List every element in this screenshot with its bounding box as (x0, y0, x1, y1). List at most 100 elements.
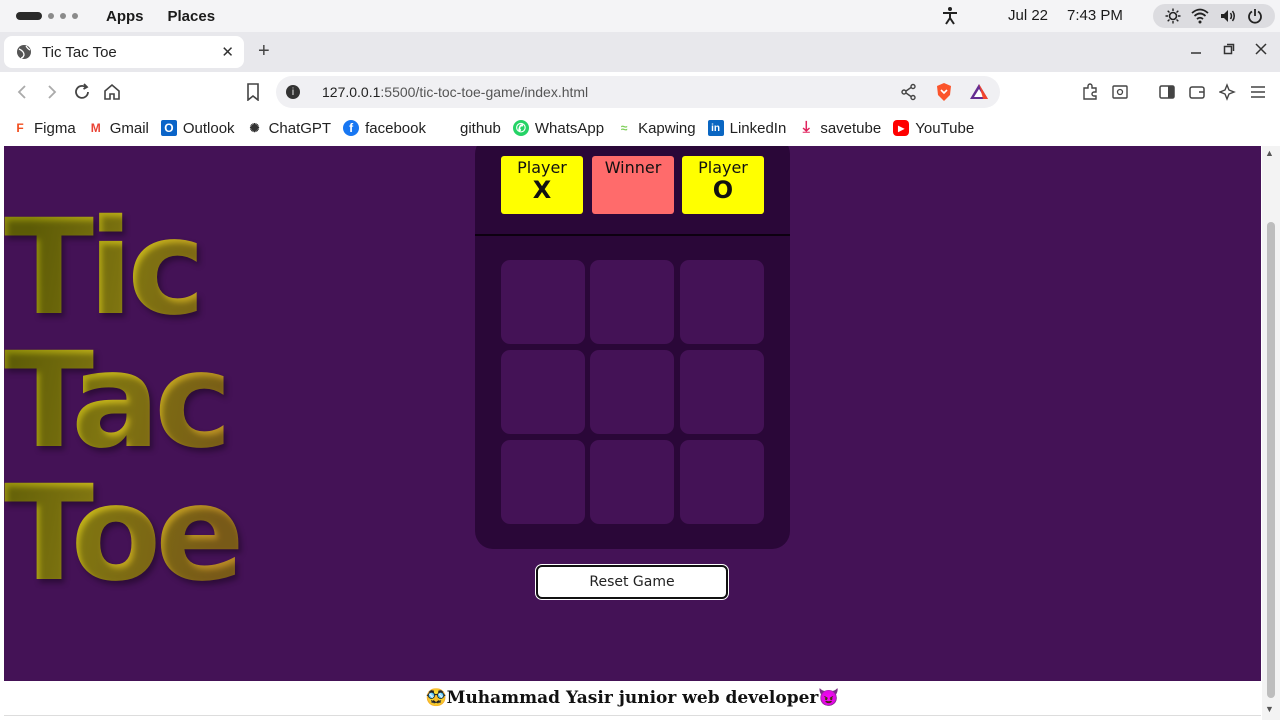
tab-title: Tic Tac Toe (42, 43, 117, 61)
power-icon (1246, 7, 1264, 25)
minimize-icon[interactable] (1190, 42, 1202, 59)
github-icon (438, 120, 454, 136)
bookmark-label: github (459, 119, 501, 137)
share-icon[interactable] (900, 83, 918, 104)
board-cell[interactable] (501, 350, 585, 434)
status-row: Player X Winner Player O (501, 156, 765, 214)
leo-ai-icon[interactable] (1218, 82, 1238, 102)
site-info-icon[interactable]: i (286, 85, 300, 99)
extensions-icon[interactable] (1080, 82, 1100, 102)
clock-date[interactable]: Jul 22 (1008, 7, 1048, 24)
gmail-icon: M (90, 121, 101, 135)
tab-close-icon[interactable]: ✕ (221, 43, 234, 61)
board-cell[interactable] (680, 350, 764, 434)
player-o-label: Player (698, 158, 748, 177)
forward-icon[interactable] (42, 82, 62, 102)
footer-credit: 🥸Muhammad Yasir junior web developer😈 (4, 681, 1261, 716)
scroll-up-icon[interactable]: ▲ (1265, 148, 1274, 158)
bookmark-label: Gmail (109, 119, 149, 137)
board-cell[interactable] (680, 440, 764, 524)
address-bar[interactable]: i 127.0.0.1:5500/tic-toc-toe-game/index.… (276, 76, 1000, 108)
wifi-icon (1191, 7, 1209, 25)
menu-icon[interactable] (1248, 82, 1268, 102)
youtube-icon: ▶ (893, 120, 910, 136)
bookmark-label: Figma (34, 119, 76, 137)
apps-menu[interactable]: Apps (106, 8, 144, 25)
figma-icon: F (16, 121, 24, 135)
places-menu[interactable]: Places (168, 8, 216, 25)
back-icon[interactable] (12, 82, 32, 102)
download-icon: ⤓ (802, 119, 810, 136)
title-line-tic: Tic (4, 191, 206, 345)
player-x-symbol: X (532, 176, 552, 204)
url-text: 127.0.0.1:5500/tic-toc-toe-game/index.ht… (322, 84, 588, 100)
brightness-icon (1164, 7, 1182, 25)
board-cell[interactable] (501, 260, 585, 344)
workspace-indicator[interactable] (16, 12, 78, 20)
reader-mode-icon[interactable] (1110, 82, 1130, 102)
tab-strip: Tic Tac Toe ✕ + (0, 32, 1280, 72)
kapwing-icon: ≈ (620, 121, 628, 135)
board-cell[interactable] (590, 350, 674, 434)
bookmark-linkedin[interactable]: in LinkedIn (707, 119, 787, 137)
clock-time[interactable]: 7:43 PM (1067, 7, 1123, 24)
workspace-dot (48, 13, 54, 19)
board-cell[interactable] (680, 260, 764, 344)
bookmark-figma[interactable]: F Figma (12, 119, 76, 137)
board-cell[interactable] (590, 440, 674, 524)
winner-label: Winner (604, 158, 662, 177)
home-icon[interactable] (102, 82, 122, 102)
board-cell[interactable] (501, 440, 585, 524)
bookmark-label: Outlook (182, 119, 235, 137)
player-x-chip: Player X (501, 156, 583, 214)
os-top-bar: Apps Places Jul 22 7:43 PM (0, 0, 1280, 32)
bookmark-youtube[interactable]: ▶ YouTube (893, 120, 974, 137)
workspace-dot (72, 13, 78, 19)
player-o-chip: Player O (682, 156, 764, 214)
volume-icon (1219, 7, 1237, 25)
restore-icon[interactable] (1223, 42, 1235, 59)
facebook-icon: f (343, 120, 360, 136)
workspace-dot (60, 13, 66, 19)
brave-rewards-icon[interactable] (969, 82, 989, 105)
player-o-symbol: O (712, 176, 734, 204)
brave-shield-icon[interactable] (934, 82, 954, 105)
bookmark-label: Kapwing (638, 119, 696, 137)
bookmark-github[interactable]: github (438, 120, 501, 137)
bookmark-whatsapp[interactable]: ✆ WhatsApp (512, 119, 605, 137)
whatsapp-icon: ✆ (512, 120, 529, 136)
browser-toolbar: i 127.0.0.1:5500/tic-toc-toe-game/index.… (0, 72, 1280, 112)
system-tray[interactable] (1153, 4, 1275, 28)
wallet-icon[interactable] (1187, 82, 1207, 102)
sidebar-toggle-icon[interactable] (1157, 82, 1177, 102)
outlook-icon: O (160, 120, 177, 136)
page-scrollbar[interactable]: ▲ ▼ (1262, 146, 1280, 720)
bookmark-gmail[interactable]: M Gmail (88, 120, 149, 137)
bookmark-kapwing[interactable]: ≈ Kapwing (616, 120, 696, 137)
scrollbar-thumb[interactable] (1267, 222, 1275, 698)
bookmark-label: WhatsApp (534, 119, 605, 137)
title-line-tac: Tac (4, 324, 232, 478)
reset-game-button[interactable]: Reset Game (536, 565, 728, 599)
game-panel: Player X Winner Player O (475, 146, 790, 549)
game-page: Tic Tac Toe Player X Winner Player O Res… (4, 146, 1261, 681)
window-close-icon[interactable] (1255, 42, 1267, 59)
game-board (501, 260, 765, 524)
chatgpt-icon: ✺ (249, 121, 260, 135)
bookmark-label: YouTube (915, 119, 975, 137)
title-line-toe: Toe (4, 457, 245, 611)
bookmark-icon[interactable] (243, 82, 263, 102)
bookmark-outlook[interactable]: O Outlook (160, 119, 235, 137)
bookmark-facebook[interactable]: f facebook (343, 120, 426, 137)
bookmark-chatgpt[interactable]: ✺ ChatGPT (247, 120, 332, 137)
reload-icon[interactable] (72, 82, 92, 102)
bookmark-label: LinkedIn (729, 119, 787, 137)
tab-tic-tac-toe[interactable]: Tic Tac Toe ✕ (4, 36, 244, 68)
bookmark-savetube[interactable]: ⤓ savetube (798, 119, 881, 137)
url-path: :5500/tic-toc-toe-game/index.html (380, 84, 589, 100)
new-tab-button[interactable]: + (258, 40, 270, 63)
accessibility-icon[interactable] (940, 6, 960, 26)
board-cell[interactable] (590, 260, 674, 344)
scroll-down-icon[interactable]: ▼ (1265, 704, 1274, 714)
panel-divider (475, 234, 790, 236)
